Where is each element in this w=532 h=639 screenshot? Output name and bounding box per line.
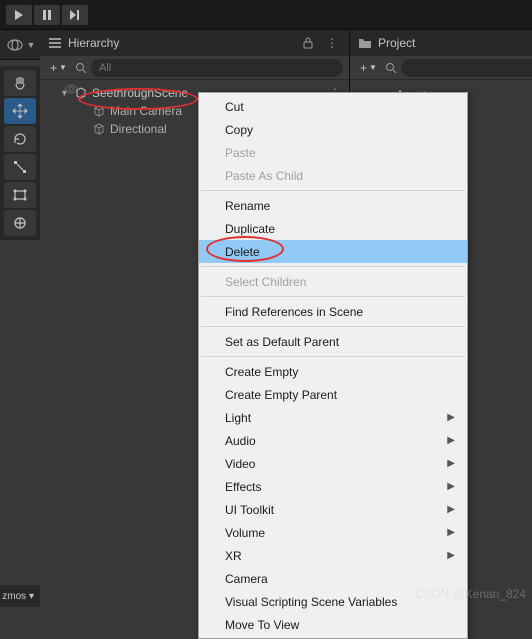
project-search-input[interactable] bbox=[401, 59, 532, 77]
hierarchy-search-input[interactable] bbox=[91, 59, 343, 77]
scene-view-column: ▼ zmos ▾ bbox=[0, 30, 40, 607]
view-toggle[interactable]: ▼ bbox=[0, 30, 40, 60]
menu-item-xr[interactable]: XR▶ bbox=[199, 544, 467, 567]
scale-tool[interactable] bbox=[4, 154, 36, 180]
menu-item-paste: Paste bbox=[199, 141, 467, 164]
menu-item-video[interactable]: Video▶ bbox=[199, 452, 467, 475]
menu-item-visual-scripting-scene-variables[interactable]: Visual Scripting Scene Variables bbox=[199, 590, 467, 613]
menu-item-move-to-view[interactable]: Move To View bbox=[199, 613, 467, 636]
hierarchy-icon bbox=[48, 36, 62, 50]
menu-item-volume[interactable]: Volume▶ bbox=[199, 521, 467, 544]
hierarchy-item-label: Main Camera bbox=[110, 104, 182, 118]
menu-item-select-children: Select Children bbox=[199, 270, 467, 293]
hierarchy-title: Hierarchy bbox=[68, 36, 119, 50]
folder-icon bbox=[358, 36, 372, 50]
submenu-arrow-icon: ▶ bbox=[447, 550, 455, 561]
cube-icon bbox=[92, 122, 106, 136]
add-dropdown[interactable]: +▼ bbox=[356, 59, 381, 77]
submenu-arrow-icon: ▶ bbox=[447, 412, 455, 423]
cube-icon bbox=[92, 104, 106, 118]
project-toolbar: +▼ bbox=[350, 56, 532, 80]
menu-item-duplicate[interactable]: Duplicate bbox=[199, 217, 467, 240]
hierarchy-toolbar: +▼ bbox=[40, 56, 349, 80]
tool-palette bbox=[0, 66, 40, 240]
menu-item-camera[interactable]: Camera bbox=[199, 567, 467, 590]
submenu-arrow-icon: ▶ bbox=[447, 458, 455, 469]
submenu-arrow-icon: ▶ bbox=[447, 481, 455, 492]
transform-tool[interactable] bbox=[4, 210, 36, 236]
hand-tool[interactable] bbox=[4, 70, 36, 96]
menu-item-copy[interactable]: Copy bbox=[199, 118, 467, 141]
menu-item-create-empty-parent[interactable]: Create Empty Parent bbox=[199, 383, 467, 406]
rotate-tool[interactable] bbox=[4, 126, 36, 152]
menu-item-find-references-in-scene[interactable]: Find References in Scene bbox=[199, 300, 467, 323]
search-icon bbox=[385, 62, 397, 74]
menu-item-set-as-default-parent[interactable]: Set as Default Parent bbox=[199, 330, 467, 353]
pause-button[interactable] bbox=[34, 5, 60, 25]
menu-separator bbox=[201, 266, 465, 267]
menu-item-cut[interactable]: Cut bbox=[199, 95, 467, 118]
gizmo-toolbar: zmos ▾ bbox=[0, 585, 40, 607]
menu-item-paste-as-child: Paste As Child bbox=[199, 164, 467, 187]
menu-item-delete[interactable]: Delete bbox=[199, 240, 467, 263]
menu-item-audio[interactable]: Audio▶ bbox=[199, 429, 467, 452]
menu-item-light[interactable]: Light▶ bbox=[199, 406, 467, 429]
project-tab[interactable]: Project bbox=[350, 30, 532, 56]
menu-separator bbox=[201, 296, 465, 297]
playback-toolbar bbox=[0, 0, 532, 30]
rect-tool[interactable] bbox=[4, 182, 36, 208]
play-button[interactable] bbox=[6, 5, 32, 25]
search-icon bbox=[75, 62, 87, 74]
menu-separator bbox=[201, 326, 465, 327]
gizmos-dropdown[interactable]: zmos ▾ bbox=[2, 591, 34, 602]
context-menu: CutCopyPastePaste As Child RenameDuplicat… bbox=[198, 92, 468, 639]
submenu-arrow-icon: ▶ bbox=[447, 435, 455, 446]
submenu-arrow-icon: ▶ bbox=[447, 527, 455, 538]
project-title: Project bbox=[378, 36, 415, 50]
globe-icon bbox=[5, 35, 25, 55]
add-dropdown[interactable]: +▼ bbox=[46, 59, 71, 77]
scene-name: SeethroughScene bbox=[92, 86, 188, 100]
menu-separator bbox=[201, 190, 465, 191]
menu-separator bbox=[201, 356, 465, 357]
kebab-icon[interactable]: ⋮ bbox=[323, 34, 341, 52]
chevron-down-icon: ▼ bbox=[27, 40, 36, 50]
lock-icon[interactable] bbox=[299, 34, 317, 52]
menu-item-effects[interactable]: Effects▶ bbox=[199, 475, 467, 498]
step-button[interactable] bbox=[62, 5, 88, 25]
menu-item-ui-toolkit[interactable]: UI Toolkit▶ bbox=[199, 498, 467, 521]
visibility-icon[interactable] bbox=[64, 83, 78, 97]
menu-item-rename[interactable]: Rename bbox=[199, 194, 467, 217]
hierarchy-tab[interactable]: Hierarchy ⋮ bbox=[40, 30, 349, 56]
menu-item-create-empty[interactable]: Create Empty bbox=[199, 360, 467, 383]
move-tool[interactable] bbox=[4, 98, 36, 124]
submenu-arrow-icon: ▶ bbox=[447, 504, 455, 515]
hierarchy-item-label: Directional bbox=[110, 122, 167, 136]
scene-preview[interactable]: zmos ▾ bbox=[0, 244, 40, 607]
